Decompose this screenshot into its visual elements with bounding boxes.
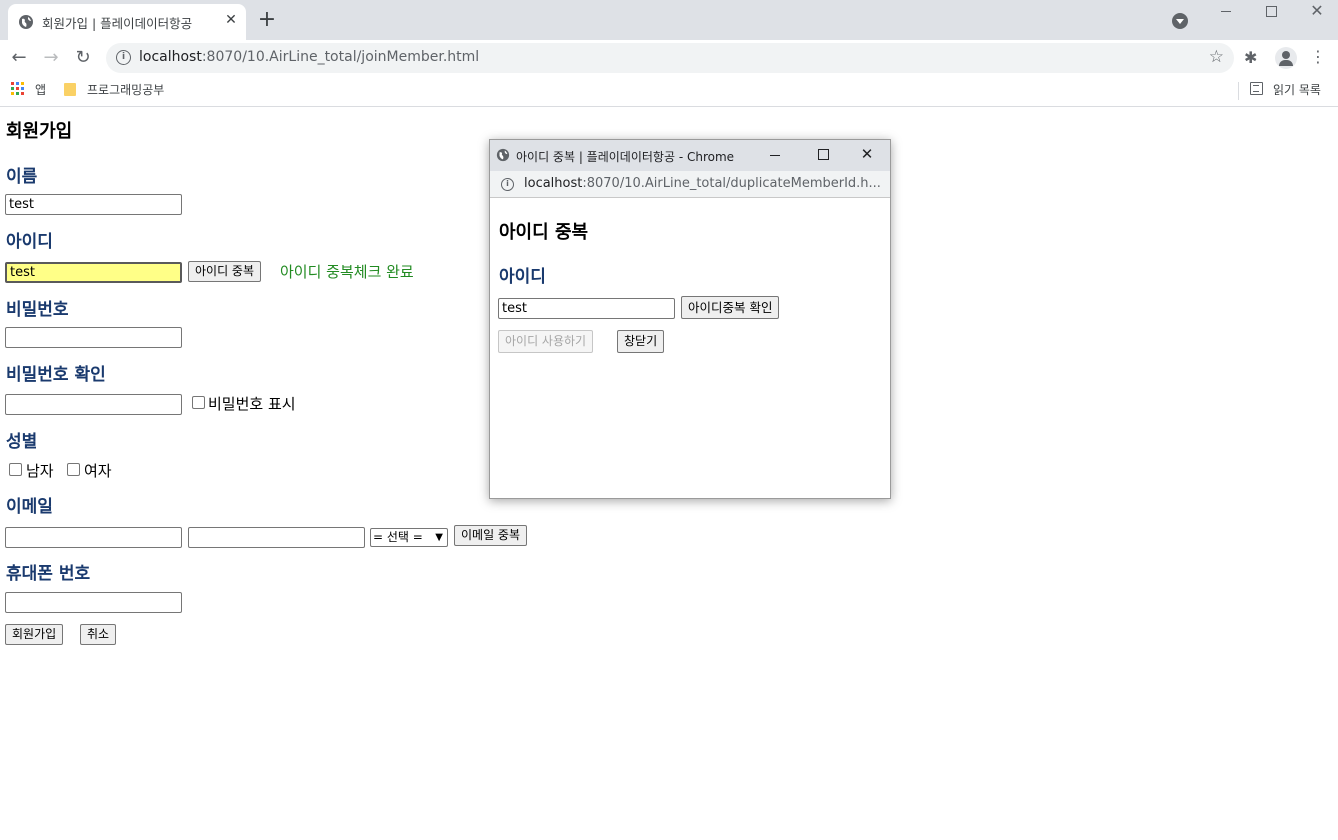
phone-input[interactable] <box>5 592 182 613</box>
bookmark-folder-programming[interactable]: 프로그래밍공부 <box>87 81 164 98</box>
profile-avatar-icon[interactable] <box>1275 47 1297 69</box>
globe-icon <box>496 148 510 162</box>
popup-id-input[interactable] <box>498 298 675 319</box>
new-tab-button[interactable]: + <box>256 9 278 32</box>
use-id-button: 아이디 사용하기 <box>498 330 594 353</box>
close-popup-button[interactable]: 창닫기 <box>617 330 665 353</box>
email-domain-input[interactable] <box>188 527 365 548</box>
close-window-button[interactable]: ✕ <box>1294 0 1338 30</box>
tab-close-icon[interactable]: ✕ <box>222 11 240 29</box>
popup-url-host: localhost <box>524 176 583 191</box>
forward-arrow-icon[interactable]: → <box>38 45 64 71</box>
extensions-puzzle-icon[interactable]: ✱ <box>1244 48 1257 67</box>
email-domain-select-value: = 선택 = <box>373 530 423 544</box>
password-confirm-input[interactable] <box>5 394 182 415</box>
password-input[interactable] <box>5 327 182 348</box>
tab-join-member[interactable]: 회원가입 | 플레이데이터항공 ✕ <box>8 4 246 40</box>
bookmarks-divider <box>1238 82 1239 100</box>
id-check-status: 아이디 중복체크 완료 <box>280 263 414 281</box>
show-password-label: 비밀번호 표시 <box>208 395 296 413</box>
name-input[interactable] <box>5 194 182 215</box>
tab-strip: 회원가입 | 플레이데이터항공 ✕ + ✕ <box>0 0 1338 40</box>
email-domain-select[interactable]: = 선택 = ▼ <box>370 528 448 547</box>
gender-label: 성별 <box>6 432 38 452</box>
phone-label: 휴대폰 번호 <box>6 564 91 584</box>
password-confirm-label: 비밀번호 확인 <box>6 365 106 385</box>
gender-male-label: 남자 <box>26 462 54 480</box>
duplicate-id-popup-window: 아이디 중복 | 플레이데이터항공 - Chrome ✕ i localhost… <box>489 139 891 499</box>
popup-address-bar: i localhost:8070/10.AirLine_total/duplic… <box>490 171 890 198</box>
id-label: 아이디 <box>6 232 53 252</box>
reading-list[interactable]: 읽기 목록 <box>1273 81 1321 98</box>
bookmark-star-icon[interactable]: ☆ <box>1209 47 1224 67</box>
browser-toolbar: ← → ↻ i localhost:8070/10.AirLine_total/… <box>0 40 1338 76</box>
tab-title: 회원가입 | 플레이데이터항공 <box>42 16 193 31</box>
cancel-button[interactable]: 취소 <box>80 624 117 645</box>
address-url[interactable]: localhost:8070/10.AirLine_total/joinMemb… <box>139 49 479 65</box>
gender-female-checkbox[interactable] <box>67 463 80 476</box>
id-duplicate-confirm-button[interactable]: 아이디중복 확인 <box>681 296 780 319</box>
bookmarks-bar: 앱 프로그래밍공부 읽기 목록 <box>0 76 1338 107</box>
id-duplicate-check-button[interactable]: 아이디 중복 <box>188 261 262 282</box>
show-password-checkbox[interactable] <box>192 396 205 409</box>
popup-titlebar[interactable]: 아이디 중복 | 플레이데이터항공 - Chrome ✕ <box>490 140 890 171</box>
popup-heading: 아이디 중복 <box>499 222 589 243</box>
gender-male-checkbox[interactable] <box>9 463 22 476</box>
name-label: 이름 <box>6 167 38 187</box>
bookmark-apps[interactable]: 앱 <box>35 81 46 98</box>
menu-kebab-icon[interactable]: ⋮ <box>1310 47 1326 66</box>
minimize-button[interactable] <box>1202 0 1248 30</box>
popup-id-label: 아이디 <box>499 267 546 287</box>
chevron-down-icon: ▼ <box>435 532 443 543</box>
email-label: 이메일 <box>6 497 53 517</box>
site-info-icon[interactable]: i <box>116 50 131 65</box>
tab-search-icon[interactable] <box>1172 13 1188 29</box>
browser-window: 회원가입 | 플레이데이터항공 ✕ + ✕ ← → ↻ i localhost:… <box>0 0 1338 840</box>
reading-list-icon[interactable] <box>1250 82 1263 95</box>
url-host: localhost <box>139 49 202 65</box>
popup-url-path: :8070/10.AirLine_total/duplicateMemberId… <box>582 176 881 191</box>
password-label: 비밀번호 <box>6 300 69 320</box>
popup-title: 아이디 중복 | 플레이데이터항공 - Chrome <box>516 150 735 164</box>
back-arrow-icon[interactable]: ← <box>6 45 32 71</box>
id-input[interactable] <box>5 262 182 283</box>
popup-maximize-button[interactable] <box>810 148 836 162</box>
folder-icon <box>64 83 76 96</box>
submit-join-button[interactable]: 회원가입 <box>5 624 64 645</box>
reload-icon[interactable]: ↻ <box>70 45 96 71</box>
address-bar[interactable]: i localhost:8070/10.AirLine_total/joinMe… <box>106 43 1234 73</box>
email-local-input[interactable] <box>5 527 182 548</box>
url-path: :8070/10.AirLine_total/joinMember.html <box>201 49 480 65</box>
page-title: 회원가입 <box>6 121 73 142</box>
popup-close-icon[interactable]: ✕ <box>854 144 880 164</box>
email-duplicate-check-button[interactable]: 이메일 중복 <box>454 525 528 546</box>
site-info-icon[interactable]: i <box>501 178 514 191</box>
apps-grid-icon[interactable] <box>11 82 25 96</box>
maximize-button[interactable] <box>1248 0 1294 30</box>
globe-icon <box>19 15 33 29</box>
gender-female-label: 여자 <box>84 462 112 480</box>
popup-address-url: localhost:8070/10.AirLine_total/duplicat… <box>524 176 881 191</box>
popup-minimize-button[interactable] <box>762 148 788 162</box>
